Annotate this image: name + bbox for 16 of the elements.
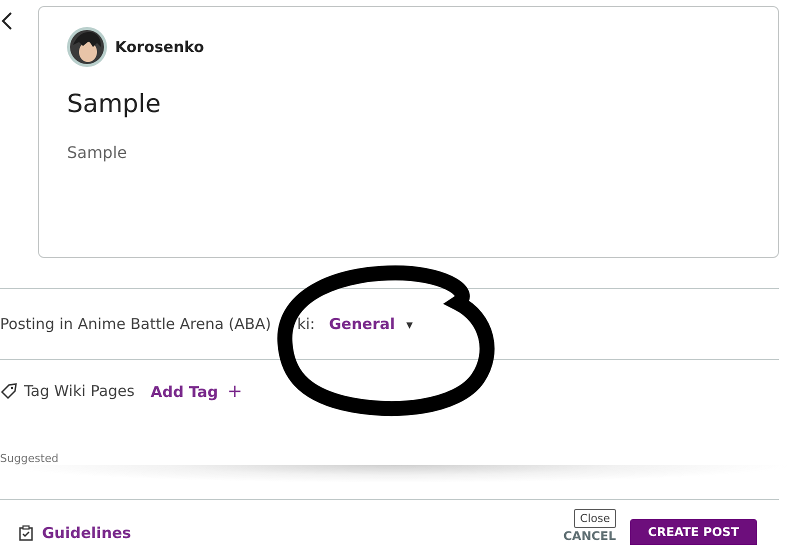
post-body: Sample (67, 143, 128, 162)
tag-icon (0, 382, 18, 400)
category-dropdown[interactable]: General ▾ (328, 315, 413, 333)
posting-label: Posting in Anime Battle Arena (ABA) (0, 315, 272, 333)
post-title: Sample (67, 89, 162, 118)
suggested-label: Suggested (0, 452, 60, 465)
tag-label: Tag Wiki Pages (24, 382, 135, 400)
tooltip: Close (574, 509, 616, 528)
back-icon[interactable] (1, 12, 13, 30)
create-post-button[interactable]: CREATE POST (630, 519, 757, 545)
author-name: Korosenko (115, 38, 204, 56)
clipboard-icon (18, 525, 34, 541)
guidelines-link[interactable]: Guidelines (18, 524, 132, 542)
posting-label: ki: (297, 315, 315, 333)
cancel-button[interactable]: CANCEL (563, 529, 616, 543)
add-tag-button[interactable]: Add Tag + (150, 380, 242, 402)
